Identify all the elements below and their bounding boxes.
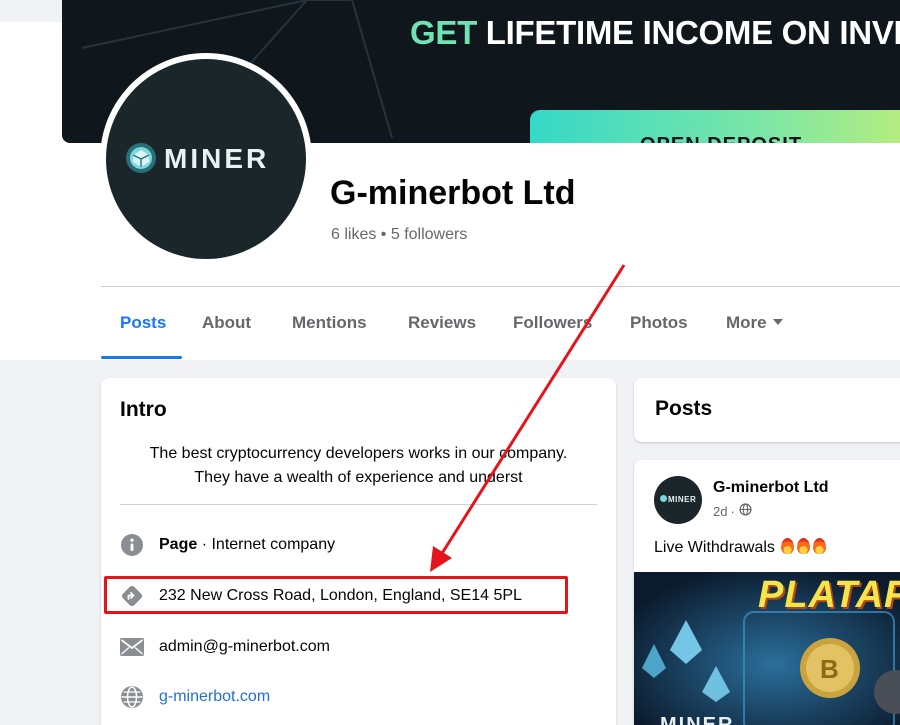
post-text: Live Withdrawals: [654, 538, 826, 557]
avatar-logo-text: MINER: [164, 143, 270, 174]
post-image[interactable]: B PLATAFO MINER: [634, 572, 900, 725]
post-text-body: Live Withdrawals: [654, 539, 775, 556]
category-value: · Internet company: [197, 536, 336, 553]
post-image-logo: MINER: [660, 714, 735, 725]
post-image-headline: PLATAFO: [758, 574, 900, 616]
cover-headline: GET LIFETIME INCOME ON INVE: [410, 14, 900, 51]
fire-emoji-icon: [796, 538, 810, 554]
info-circle-icon: [120, 533, 144, 557]
posts-section-title: Posts: [655, 397, 713, 420]
tab-more-label: More: [726, 313, 767, 332]
category-label: Page: [159, 536, 198, 553]
email-text: admin@g-minerbot.com: [159, 638, 330, 655]
svg-text:B: B: [820, 654, 839, 684]
globe-icon: [739, 503, 752, 519]
fire-emoji-icon: [780, 538, 794, 554]
posts-header-card: Posts: [634, 378, 900, 442]
intro-title: Intro: [120, 398, 167, 421]
tab-followers[interactable]: Followers: [513, 313, 592, 333]
website-link[interactable]: g-minerbot.com: [159, 688, 270, 706]
post-author[interactable]: G-minerbot Ltd: [713, 479, 829, 497]
caret-down-icon: [772, 318, 783, 325]
post-meta: 2d ·: [713, 503, 752, 519]
intro-divider: [120, 504, 597, 505]
post-meta-separator: ·: [730, 503, 735, 519]
page-stats[interactable]: 6 likes • 5 followers: [331, 226, 467, 244]
info-row-email[interactable]: admin@g-minerbot.com: [120, 634, 330, 660]
tab-mentions[interactable]: Mentions: [292, 313, 367, 333]
post-avatar-text: MINER: [668, 495, 697, 504]
intro-bio-line: They have a wealth of experience and und…: [194, 469, 523, 486]
miner-logo-icon: [660, 495, 667, 502]
page-title: G-minerbot Ltd: [330, 174, 576, 212]
globe-icon: [120, 685, 144, 709]
tab-photos[interactable]: Photos: [630, 313, 688, 333]
tab-about[interactable]: About: [202, 313, 251, 333]
tab-more[interactable]: More: [726, 313, 783, 333]
info-row-category: Page · Internet company: [120, 532, 335, 558]
address-highlight-box: [104, 576, 568, 614]
tabs-divider: [101, 286, 900, 287]
intro-bio-line: The best cryptocurrency developers works…: [149, 445, 568, 462]
miner-logo-icon: [126, 143, 156, 173]
info-row-website[interactable]: g-minerbot.com: [120, 684, 270, 710]
post-card: MINER G-minerbot Ltd 2d · Live Withdrawa…: [634, 460, 900, 725]
header-corner: [0, 0, 62, 22]
open-deposit-button[interactable]: OPEN DEPOSIT: [530, 110, 900, 143]
post-time[interactable]: 2d: [713, 504, 727, 519]
fire-emoji-icon: [812, 538, 826, 554]
tab-reviews[interactable]: Reviews: [408, 313, 476, 333]
active-tab-indicator: [101, 356, 182, 359]
tab-posts[interactable]: Posts: [120, 313, 166, 333]
post-avatar[interactable]: MINER: [654, 476, 702, 524]
intro-card: Intro The best cryptocurrency developers…: [101, 378, 616, 725]
envelope-icon: [120, 635, 144, 659]
intro-bio: The best cryptocurrency developers works…: [117, 442, 600, 490]
profile-avatar[interactable]: MINER: [106, 59, 306, 259]
